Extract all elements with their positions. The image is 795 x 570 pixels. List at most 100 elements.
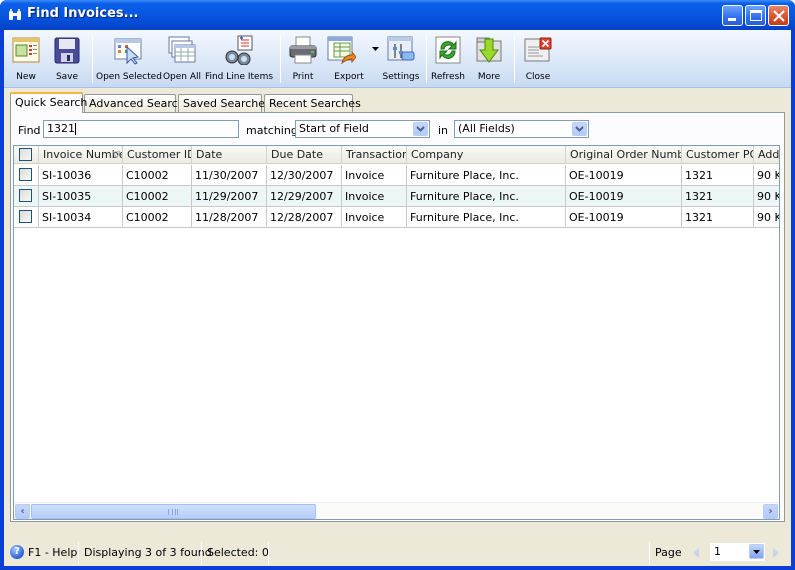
tab-saved-searches[interactable]: Saved Searches	[178, 94, 271, 112]
column-header-original-order-number[interactable]: Original Order Number	[566, 146, 682, 164]
tab-quick-search[interactable]: Quick Search	[10, 92, 87, 113]
toolbar-separator	[514, 35, 515, 83]
row-select-cell	[14, 165, 39, 185]
row-checkbox[interactable]	[19, 189, 32, 202]
matching-select[interactable]: Start of Field	[295, 120, 430, 138]
grid-header: Invoice Numbe Customer ID Date Due Date …	[14, 146, 779, 164]
row-checkbox[interactable]	[19, 168, 32, 181]
column-header-customer-id[interactable]: Customer ID	[123, 146, 192, 164]
toolbar-separator	[426, 35, 427, 83]
select-all-header	[14, 146, 39, 164]
column-header-company[interactable]: Company	[407, 146, 566, 164]
cell-address: 90 Ki	[757, 211, 779, 224]
page-select[interactable]: 1	[710, 543, 765, 561]
cell-customer-id: C10002	[123, 165, 192, 185]
open-all-button[interactable]: Open All	[162, 33, 202, 85]
column-header-customer-po[interactable]: Customer PO	[682, 146, 754, 164]
settings-button[interactable]: Settings	[381, 33, 421, 85]
chevron-down-icon[interactable]	[572, 122, 587, 136]
column-header-transaction[interactable]: Transaction	[342, 146, 407, 164]
tab-advanced-search[interactable]: Advanced Search	[84, 94, 185, 112]
find-input[interactable]: 1321	[43, 120, 239, 138]
chevron-down-icon[interactable]	[413, 122, 428, 136]
refresh-button[interactable]: Refresh	[429, 33, 467, 85]
scrollbar-thumb[interactable]	[31, 504, 316, 519]
print-label: Print	[292, 72, 314, 82]
matching-label: matching	[246, 124, 298, 137]
scroll-right-button[interactable]: ›	[763, 504, 778, 519]
cell-date: 11/28/2007	[192, 207, 267, 227]
table-row[interactable]: SI-10036 C10002 11/30/2007 12/30/2007 Invoic…	[14, 165, 779, 186]
refresh-icon	[435, 36, 461, 64]
close-icon	[773, 10, 785, 22]
more-icon	[476, 37, 502, 63]
row-select-cell	[14, 207, 39, 227]
scroll-left-button[interactable]: ‹	[15, 504, 30, 519]
find-input-value: 1321	[47, 122, 75, 135]
previous-page-icon[interactable]	[693, 548, 699, 558]
more-button[interactable]: More	[471, 33, 507, 85]
cell-due-date: 12/30/2007	[267, 165, 342, 185]
table-row[interactable]: SI-10034 C10002 11/28/2007 12/28/2007 Invoic…	[14, 207, 779, 228]
status-separator	[649, 542, 650, 564]
table-row[interactable]: SI-10035 C10002 11/29/2007 12/29/2007 Invoic…	[14, 186, 779, 207]
close-toolbar-button[interactable]: Close	[520, 33, 556, 85]
cell-po: 1321	[682, 165, 754, 185]
binoculars-icon	[9, 9, 21, 20]
cell-date: 11/30/2007	[192, 165, 267, 185]
cell-order: OE-10019	[566, 207, 682, 227]
open-all-label: Open All	[162, 72, 202, 82]
save-button[interactable]: Save	[49, 33, 85, 85]
chevron-down-icon[interactable]	[749, 544, 764, 559]
field-select-value: (All Fields)	[458, 122, 515, 135]
minimize-button[interactable]	[722, 5, 743, 26]
close-button[interactable]	[768, 5, 789, 26]
column-header-date[interactable]: Date	[192, 146, 267, 164]
row-checkbox[interactable]	[19, 210, 32, 223]
column-header-invoice-number[interactable]: Invoice Numbe	[39, 146, 123, 164]
window-client: New Save Open Selected Open All Find Lin…	[4, 30, 791, 566]
page-select-value: 1	[714, 545, 721, 558]
find-label: Find	[18, 124, 41, 137]
status-bar: ? F1 - Help Displaying 3 of 3 found Sele…	[4, 539, 791, 565]
new-document-icon	[12, 37, 40, 63]
find-line-items-button[interactable]: Find Line Items	[204, 33, 274, 85]
matching-select-value: Start of Field	[299, 122, 369, 135]
settings-label: Settings	[382, 72, 420, 82]
settings-icon	[387, 36, 415, 61]
cell-customer-id: C10002	[123, 207, 192, 227]
print-button[interactable]: Print	[285, 33, 321, 85]
toolbar-separator	[280, 35, 281, 83]
open-selected-button[interactable]: Open Selected	[96, 33, 162, 85]
select-all-checkbox[interactable]	[19, 148, 32, 161]
tab-recent-searches[interactable]: Recent Searches	[264, 94, 361, 112]
cell-due-date: 12/28/2007	[267, 207, 342, 227]
cell-company: Furniture Place, Inc.	[407, 186, 566, 206]
cell-po: 1321	[682, 207, 754, 227]
export-dropdown-icon[interactable]	[372, 47, 379, 51]
field-select[interactable]: (All Fields)	[454, 120, 589, 138]
close-window-icon	[524, 37, 552, 62]
window-title: Find Invoices...	[27, 6, 139, 21]
cell-address: 90 Ki	[757, 190, 779, 203]
help-status[interactable]: F1 - Help	[28, 546, 77, 559]
column-label: Invoice Numbe	[43, 148, 123, 161]
cell-order: OE-10019	[566, 165, 682, 185]
next-page-icon[interactable]	[773, 548, 779, 558]
title-bar[interactable]: Find Invoices...	[0, 0, 795, 30]
help-icon[interactable]: ?	[10, 545, 24, 559]
new-button[interactable]: New	[8, 33, 44, 85]
cell-address: 90 Ki	[757, 169, 779, 182]
save-label: Save	[55, 72, 79, 82]
cell-invoice: SI-10034	[39, 207, 123, 227]
cell-invoice: SI-10036	[39, 165, 123, 185]
column-header-address[interactable]: Addr	[754, 146, 779, 164]
results-grid: Invoice Numbe Customer ID Date Due Date …	[13, 145, 780, 520]
horizontal-scrollbar[interactable]: ‹ ›	[14, 502, 779, 519]
find-line-items-label: Find Line Items	[204, 72, 274, 82]
status-separator	[78, 542, 79, 564]
maximize-button[interactable]	[745, 5, 766, 26]
cell-customer-id: C10002	[123, 186, 192, 206]
export-button[interactable]: Export	[326, 33, 380, 85]
column-header-due-date[interactable]: Due Date	[267, 146, 342, 164]
